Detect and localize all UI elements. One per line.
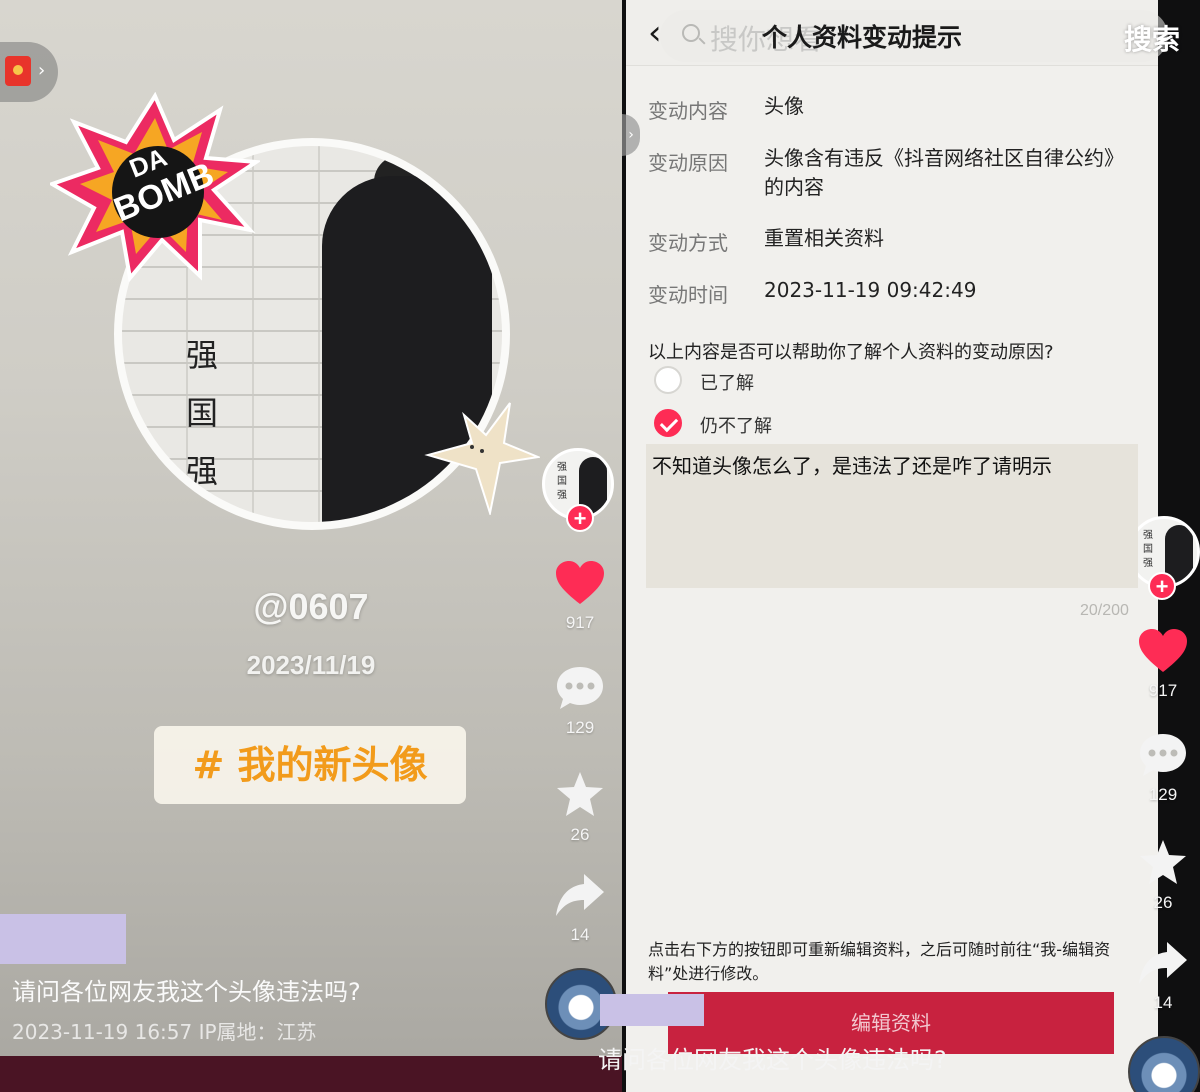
comment-count: 129 xyxy=(565,718,595,737)
change-reason-value: 头像含有违反《抖音网络社区自律公约》的内容 xyxy=(764,146,1124,199)
share-arrow-icon xyxy=(1139,942,1187,984)
feedback-textarea[interactable]: 不知道头像怎么了，是违法了还是咋了请明示 xyxy=(646,444,1138,588)
share-count-right: 14 xyxy=(1153,993,1173,1012)
edit-hint-note: 点击右下方的按钮即可重新编辑资料，之后可随时前往“我-编辑资料”处进行修改。 xyxy=(648,940,1111,983)
comment-count-right: 129 xyxy=(1148,785,1178,804)
like-count: 917 xyxy=(565,613,595,632)
favorite-count-right: 26 xyxy=(1153,893,1173,912)
back-chevron-icon[interactable]: ‹ xyxy=(648,14,662,52)
comment-icon xyxy=(1140,734,1186,776)
search-button[interactable]: 搜索 xyxy=(1124,18,1180,58)
post-date-caption: 2023/11/19 xyxy=(246,650,376,680)
heart-icon xyxy=(1139,629,1187,672)
avatar-calligraphy: 强国强 xyxy=(186,336,219,490)
change-method-label: 变动方式 xyxy=(648,231,728,255)
share-button-right[interactable]: 14 xyxy=(1128,940,1198,1013)
change-time-value: 2023-11-19 09:42:49 xyxy=(764,278,977,302)
video-caption-right: 请问各位网友我这个头像违法吗? xyxy=(598,1046,947,1074)
feedback-question: 以上内容是否可以帮助你了解个人资料的变动原因? xyxy=(648,342,1054,363)
change-content-label: 变动内容 xyxy=(648,99,728,123)
change-method-value: 重置相关资料 xyxy=(764,226,884,250)
post-meta: 2023-11-19 16:57 IP属地：江苏 xyxy=(12,1020,317,1044)
hashtag-badge[interactable]: # 我的新头像 xyxy=(154,726,466,804)
chevron-right-icon: › xyxy=(38,60,46,81)
comment-icon xyxy=(557,667,603,709)
favorite-count: 26 xyxy=(570,825,590,844)
comment-button[interactable]: 129 xyxy=(545,665,615,738)
video-caption: 请问各位网友我这个头像违法吗? xyxy=(12,978,361,1006)
share-arrow-icon xyxy=(556,874,604,916)
like-count-right: 917 xyxy=(1148,681,1178,700)
like-button[interactable]: 917 xyxy=(545,560,615,633)
char-counter: 20/200 xyxy=(1080,602,1129,619)
heart-icon xyxy=(556,561,604,604)
da-bomb-sticker: DA BOMB xyxy=(50,92,260,282)
option-understood-radio[interactable] xyxy=(654,366,682,394)
share-count: 14 xyxy=(570,925,590,944)
red-envelope-icon xyxy=(5,56,31,86)
redaction-block xyxy=(0,914,126,964)
avatar-thumb-text: 强国强 xyxy=(557,462,567,501)
comment-button-right[interactable]: 129 xyxy=(1128,732,1198,805)
bottom-bar xyxy=(0,1056,622,1092)
like-button-right[interactable]: 917 xyxy=(1128,628,1198,701)
option-still-unclear-radio[interactable] xyxy=(654,409,682,437)
star-icon xyxy=(1140,840,1186,884)
option-understood-label[interactable]: 已了解 xyxy=(700,369,754,395)
share-button[interactable]: 14 xyxy=(545,872,615,945)
follow-plus-button[interactable]: + xyxy=(566,504,594,532)
change-content-value: 头像 xyxy=(764,94,804,118)
author-username: @0607 xyxy=(253,586,369,627)
search-icon xyxy=(682,24,700,42)
change-time-label: 变动时间 xyxy=(648,283,728,307)
music-disc-icon[interactable] xyxy=(1128,1036,1200,1092)
star-icon xyxy=(557,772,603,816)
sheet-title: 个人资料变动提示 xyxy=(762,23,963,52)
redaction-block-right xyxy=(600,994,704,1026)
follow-plus-button-right[interactable]: + xyxy=(1148,572,1176,600)
favorite-button-right[interactable]: 26 xyxy=(1128,838,1198,913)
avatar-thumb-text: 强国强 xyxy=(1143,530,1153,569)
star-sticker xyxy=(424,402,540,515)
option-still-unclear-label[interactable]: 仍不了解 xyxy=(700,412,772,438)
change-reason-label: 变动原因 xyxy=(648,151,728,175)
video-panel-left: › 强国强 DA BOMB @0607 2023/11/19 # 我的新头像 强… xyxy=(0,0,622,1092)
favorite-button[interactable]: 26 xyxy=(545,770,615,845)
